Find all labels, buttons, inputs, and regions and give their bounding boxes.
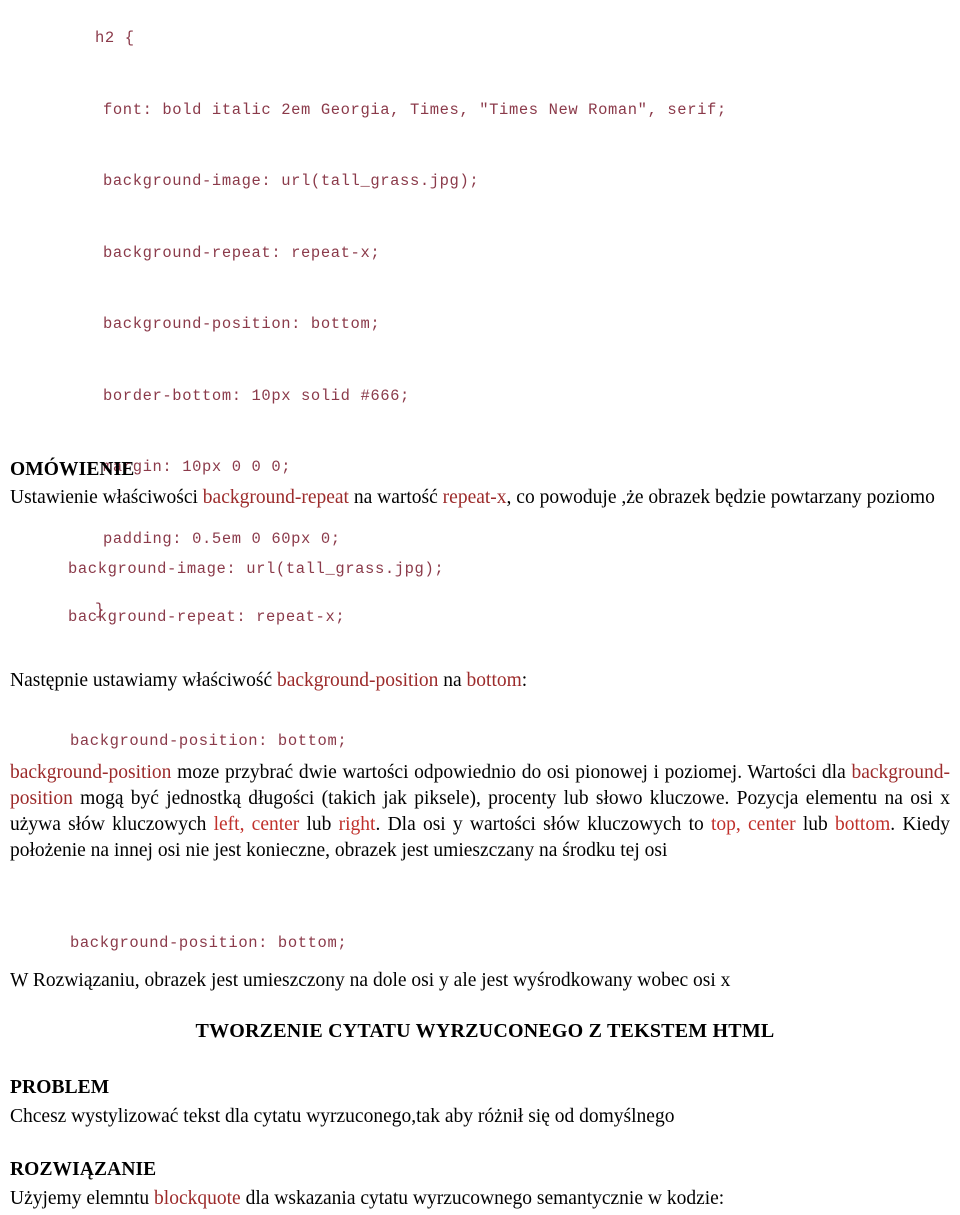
keyword-top-center: top, center <box>711 814 796 835</box>
paragraph-omowienie: Ustawienie właściwości background-repeat… <box>10 485 950 511</box>
keyword-blockquote: blockquote <box>154 1188 241 1209</box>
text-fragment: lub <box>795 814 835 835</box>
text-fragment: , co powoduje ,że obrazek będzie powtarz… <box>506 487 935 508</box>
code-line: margin: 10px 0 0 0; <box>103 458 292 476</box>
text-fragment: lub <box>299 814 339 835</box>
text-fragment: . Dla osi y wartości słów kluczowych to <box>375 814 711 835</box>
snippet-background-image: background-image: url(tall_grass.jpg); <box>68 560 445 578</box>
code-line: border-bottom: 10px solid #666; <box>103 386 410 405</box>
snippet-background-repeat: background-repeat: repeat-x; <box>68 608 346 626</box>
keyword-right: right <box>338 814 376 835</box>
code-line: font: bold italic 2em Georgia, Times, "T… <box>103 100 727 119</box>
text-fragment: na <box>438 670 467 691</box>
text-fragment: : <box>521 670 528 691</box>
text-fragment: Następnie ustawiamy właściwość <box>10 670 277 691</box>
code-line: background-position: bottom; <box>103 315 381 333</box>
keyword-background-repeat: background-repeat <box>202 487 349 508</box>
text-fragment: moze przybrać dwie wartości odpowiednio … <box>171 762 852 783</box>
paragraph-rozwiazanie-note: W Rozwiązaniu, obrazek jest umieszczony … <box>10 970 731 991</box>
code-line: background-repeat: repeat-x; <box>103 243 381 262</box>
paragraph-rozwiazanie: Użyjemy elemntu blockquote dla wskazania… <box>10 1186 930 1212</box>
snippet-background-position-1: background-position: bottom; <box>70 732 348 750</box>
keyword-bottom: bottom <box>834 814 891 835</box>
code-line: background-image: url(tall_grass.jpg); <box>103 172 480 190</box>
heading-problem: PROBLEM <box>10 1077 110 1098</box>
keyword-background-position: background-position <box>10 762 172 783</box>
keyword-background-position: background-position <box>276 670 439 691</box>
keyword-left-center: left, center <box>213 814 300 835</box>
css-code-listing: h2 { font: bold italic 2em Georgia, Time… <box>95 0 727 650</box>
heading-tworzenie-cytatu: TWORZENIE CYTATU WYRZUCONEGO Z TEKSTEM H… <box>195 1020 775 1042</box>
code-line: h2 { <box>95 29 135 47</box>
text-fragment: dla wskazania cytatu wyrzucownego semant… <box>240 1188 725 1209</box>
heading-rozwiazanie: ROZWIĄZANIE <box>10 1159 157 1180</box>
keyword-repeat-x: repeat-x <box>442 487 507 508</box>
heading-omowienie: OMÓWIENIE <box>10 459 135 480</box>
text-fragment: na wartość <box>348 487 443 508</box>
code-line: padding: 0.5em 0 60px 0; <box>103 529 341 548</box>
keyword-bottom: bottom <box>466 670 522 691</box>
paragraph-opis: background-position moze przybrać dwie w… <box>10 760 950 864</box>
snippet-background-position-2: background-position: bottom; <box>70 934 348 952</box>
text-fragment: Ustawienie właściwości <box>10 487 203 508</box>
paragraph-nastepnie: Następnie ustawiamy właściwość backgroun… <box>10 668 710 694</box>
text-fragment: Użyjemy elemntu <box>10 1188 155 1209</box>
document-page: h2 { font: bold italic 2em Georgia, Time… <box>0 0 960 1215</box>
paragraph-problem: Chcesz wystylizować tekst dla cytatu wyr… <box>10 1106 675 1127</box>
